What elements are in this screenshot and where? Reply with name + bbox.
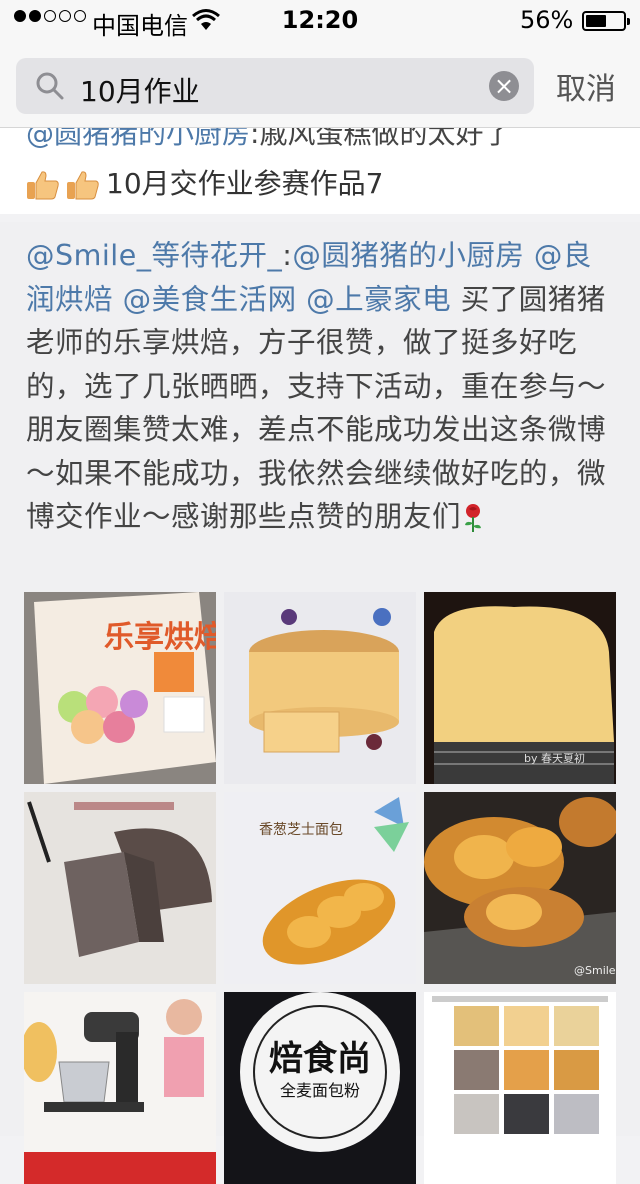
stand-mixer-ad-photo[interactable] xyxy=(24,992,216,1184)
clear-icon[interactable]: × xyxy=(489,71,519,101)
mention-link[interactable]: @美食生活网 xyxy=(123,283,297,316)
cancel-button[interactable]: 取消 xyxy=(556,64,616,108)
post-text-tail: 10月交作业参赛作品7 xyxy=(26,162,383,202)
brand-logo-text: 焙食尚 xyxy=(269,1039,371,1079)
chiffon-cake-page-photo[interactable] xyxy=(224,592,416,784)
post-body: @Smile_等待花开_:@圆猪猪的小厨房 @良润烘焙 @美食生活网 @上豪家电… xyxy=(26,239,607,534)
black-cocoa-chiffon-photo[interactable] xyxy=(24,792,216,984)
post-card[interactable]: @Smile_等待花开_:@圆猪猪的小厨房 @良润烘焙 @美食生活网 @上豪家电… xyxy=(0,222,640,1184)
mention-link[interactable]: @上豪家电 xyxy=(306,283,451,316)
rose-icon xyxy=(465,504,482,532)
cookbook-cover-photo[interactable]: 乐享烘焙 xyxy=(24,592,216,784)
cheese-bread-page-photo[interactable]: 香葱芝士面包 xyxy=(224,792,416,984)
thumbs-up-icon xyxy=(67,171,99,200)
battery-percent: 56% xyxy=(520,6,574,34)
bread-closeup-photo[interactable]: by 春天夏初 xyxy=(424,592,616,784)
cookbook-title: 乐享烘焙 xyxy=(104,620,216,655)
search-icon xyxy=(36,72,64,100)
search-input[interactable]: 10月作业 × xyxy=(16,58,534,114)
bread-flour-logo-photo[interactable]: 焙食尚 全麦面包粉 xyxy=(224,992,416,1184)
photo-caption: @Smile xyxy=(574,964,616,977)
weibo-screenshot-collage[interactable] xyxy=(424,992,616,1184)
search-bar: 10月作业 × 取消 xyxy=(0,40,640,128)
recipe-title: 香葱芝士面包 xyxy=(259,822,343,838)
mention-link[interactable]: @圆猪猪的小厨房 xyxy=(292,239,524,272)
author-mention[interactable]: @Smile_等待花开_ xyxy=(26,239,282,272)
braided-bread-photo[interactable]: @Smile xyxy=(424,792,616,984)
status-bar: 中国电信 12:20 56% xyxy=(0,0,640,40)
battery-icon xyxy=(582,11,630,31)
post-body-text: 买了圆猪猪老师的乐享烘焙，方子很赞，做了挺多好吃的，选了几张晒晒，支持下活动，重… xyxy=(26,282,607,534)
post-card[interactable]: @圆猪猪的小厨房:戚风蛋糕做的太好了 10月交作业参赛作品7 xyxy=(0,128,640,214)
brand-subtitle: 全麦面包粉 xyxy=(280,1081,360,1100)
photo-caption: by 春天夏初 xyxy=(524,751,585,765)
mention-link[interactable]: @圆猪猪的小厨房 xyxy=(26,128,250,150)
post-text-partial: @圆猪猪的小厨房:戚风蛋糕做的太好了 xyxy=(26,128,511,152)
search-query: 10月作业 xyxy=(80,75,200,108)
thumbs-up-icon xyxy=(27,171,59,200)
